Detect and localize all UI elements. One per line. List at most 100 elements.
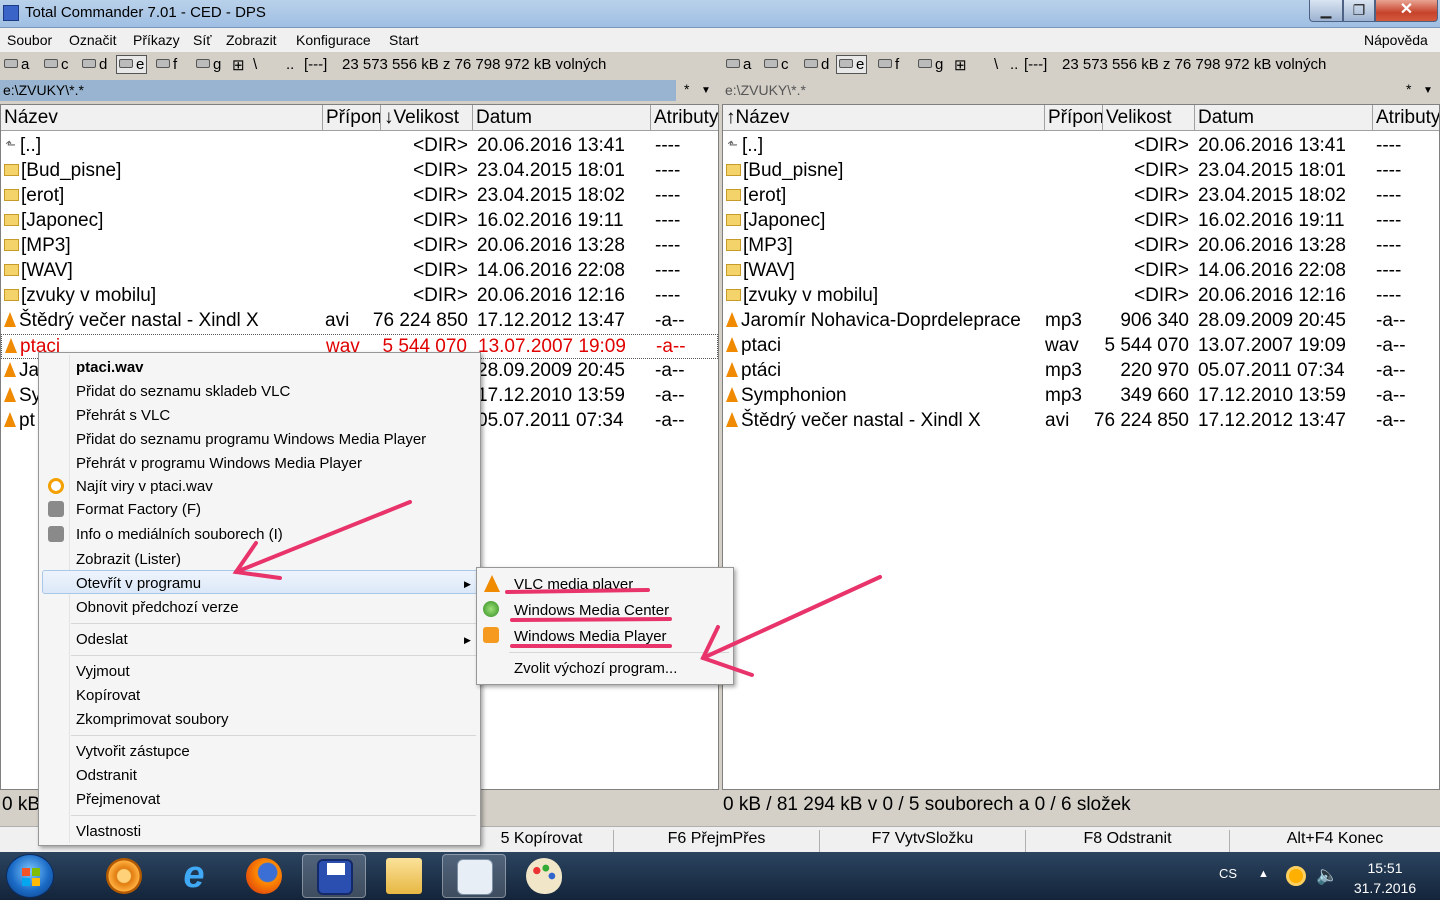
maximize-button[interactable]: ❐ — [1343, 0, 1375, 22]
menu-napoveda[interactable]: Nápověda — [1364, 32, 1428, 48]
network-icon[interactable]: ⊞ — [954, 56, 967, 74]
menu-item-properties[interactable]: Vlastnosti — [76, 823, 141, 840]
drive-f-button[interactable]: f — [878, 56, 899, 73]
file-row[interactable]: Štědrý večer nastal - Xindl X avi 76 224 8… — [723, 409, 1439, 434]
folder-row[interactable]: [zvuky v mobilu] <DIR> 20.06.2016 12:16 ---… — [1, 284, 718, 309]
parent-dir-button[interactable]: .. — [1010, 56, 1018, 73]
drive-a-button[interactable]: a — [4, 56, 29, 73]
tray-app-icon[interactable] — [1286, 866, 1306, 886]
menu-oznacit[interactable]: Označit — [69, 32, 116, 48]
file-row[interactable]: ptáci mp3 220 970 05.07.2011 07:34 -a-- — [723, 359, 1439, 384]
header-name[interactable]: ↑Název — [723, 105, 1045, 131]
folder-row[interactable]: [Japonec] <DIR> 16.02.2016 19:11 ---- — [723, 209, 1439, 234]
menu-item-wmp-play[interactable]: Přehrát v programu Windows Media Player — [76, 455, 362, 472]
menu-soubor[interactable]: Soubor — [7, 32, 52, 48]
folder-row[interactable]: [erot] <DIR> 23.04.2015 18:02 ---- — [1, 184, 718, 209]
menu-zobrazit[interactable]: Zobrazit — [226, 32, 277, 48]
file-row[interactable]: Symphonion mp3 349 660 17.12.2010 13:59 -a-- — [723, 384, 1439, 409]
menu-prikazy[interactable]: Příkazy — [133, 32, 180, 48]
start-button[interactable] — [6, 854, 54, 898]
menu-item-lister[interactable]: Zobrazit (Lister) — [76, 551, 181, 568]
clock[interactable]: 15:51 31.7.2016 — [1350, 858, 1420, 898]
menu-item-copy[interactable]: Kopírovat — [76, 687, 140, 704]
header-ext[interactable]: Přípon — [1045, 105, 1103, 131]
network-icon[interactable]: ⊞ — [232, 56, 245, 74]
menu-item-delete[interactable]: Odstranit — [76, 767, 137, 784]
taskbar-firefox[interactable] — [232, 854, 296, 898]
header-size[interactable]: Velikost — [1103, 105, 1195, 131]
f6-move-button[interactable]: F6 PřejmPřes — [614, 830, 820, 852]
submenu-media-player[interactable]: Windows Media Player — [514, 628, 667, 645]
header-attr[interactable]: Atributy — [651, 105, 718, 131]
folder-row[interactable]: ⬑ [..] <DIR> 20.06.2016 13:41 ---- — [1, 134, 718, 159]
drive-g-button[interactable]: g — [196, 56, 221, 73]
drive-a-button[interactable]: a — [726, 56, 751, 73]
taskbar-paint[interactable] — [512, 854, 576, 898]
menu-item-create-shortcut[interactable]: Vytvořit zástupce — [76, 743, 190, 760]
f7-mkdir-button[interactable]: F7 VytvSložku — [820, 830, 1026, 852]
submenu-vlc[interactable]: VLC media player — [514, 576, 633, 593]
language-indicator[interactable]: CS — [1219, 866, 1237, 881]
filter-label[interactable]: * — [1406, 81, 1411, 97]
menu-start[interactable]: Start — [389, 32, 419, 48]
close-button[interactable]: ✕ — [1375, 0, 1438, 22]
root-dir-button[interactable]: \ — [253, 56, 257, 73]
file-row[interactable]: Jaromír Nohavica-Doprdeleprace mp3 906 340… — [723, 309, 1439, 334]
taskbar-helm-app[interactable] — [92, 854, 156, 898]
menu-sit[interactable]: Síť — [193, 32, 211, 48]
taskbar-total-commander[interactable] — [302, 854, 366, 898]
drive-g-button[interactable]: g — [918, 56, 943, 73]
submenu-media-center[interactable]: Windows Media Center — [514, 602, 669, 619]
drive-e-button[interactable]: e — [836, 55, 868, 74]
folder-row[interactable]: ⬑ [..] <DIR> 20.06.2016 13:41 ---- — [723, 134, 1439, 159]
menu-item-compress[interactable]: Zkomprimovat soubory — [76, 711, 229, 728]
folder-row[interactable]: [WAV] <DIR> 14.06.2016 22:08 ---- — [723, 259, 1439, 284]
right-path[interactable]: e:\ZVUKY\*.* — [722, 80, 1398, 101]
header-ext[interactable]: Přípon — [323, 105, 381, 131]
folder-row[interactable]: [Bud_pisne] <DIR> 23.04.2015 18:01 ---- — [1, 159, 718, 184]
menu-item-restore-versions[interactable]: Obnovit předchozí verze — [76, 599, 239, 616]
menu-item-format-factory[interactable]: Format Factory (F) — [76, 501, 201, 518]
filter-label[interactable]: * — [684, 81, 689, 97]
folder-row[interactable]: [Bud_pisne] <DIR> 23.04.2015 18:01 ---- — [723, 159, 1439, 184]
menu-item-vlc-add-playlist[interactable]: Přidat do seznamu skladeb VLC — [76, 383, 290, 400]
menu-item-rename[interactable]: Přejmenovat — [76, 791, 160, 808]
folder-row[interactable]: [erot] <DIR> 23.04.2015 18:02 ---- — [723, 184, 1439, 209]
menu-konfigurace[interactable]: Konfigurace — [296, 32, 371, 48]
volume-icon[interactable]: 🔈 — [1316, 865, 1338, 886]
drive-c-button[interactable]: c — [764, 56, 789, 73]
parent-dir-button[interactable]: .. — [286, 56, 294, 73]
folder-row[interactable]: [zvuky v mobilu] <DIR> 20.06.2016 12:16 ---… — [723, 284, 1439, 309]
file-row[interactable]: ptaci wav 5 544 070 13.07.2007 19:09 -a-- — [723, 334, 1439, 359]
f5-copy-button[interactable]: 5 Kopírovat — [470, 830, 614, 852]
header-date[interactable]: Datum — [1195, 105, 1373, 131]
show-hidden-icons-icon[interactable]: ▲ — [1258, 868, 1269, 880]
folder-row[interactable]: [WAV] <DIR> 14.06.2016 22:08 ---- — [1, 259, 718, 284]
header-attr[interactable]: Atributy — [1373, 105, 1439, 131]
menu-item-scan-viruses[interactable]: Najít viry v ptaci.wav — [76, 478, 213, 495]
drive-d-button[interactable]: d — [82, 56, 107, 73]
history-dropdown-icon[interactable]: ▼ — [701, 85, 711, 96]
header-size[interactable]: ↓Velikost — [381, 105, 473, 131]
menu-item-wmp-add-playlist[interactable]: Přidat do seznamu programu Windows Media… — [76, 431, 426, 448]
folder-row[interactable]: [MP3] <DIR> 20.06.2016 13:28 ---- — [1, 234, 718, 259]
left-path[interactable]: e:\ZVUKY\*.* — [0, 80, 676, 101]
history-dropdown-icon[interactable]: ▼ — [1423, 85, 1433, 96]
header-name[interactable]: Název — [1, 105, 323, 131]
drive-e-button[interactable]: e — [116, 55, 148, 74]
menu-item-open-with[interactable]: Otevřít v programu — [76, 575, 201, 592]
submenu-choose-default[interactable]: Zvolit výchozí program... — [514, 660, 677, 677]
drive-f-button[interactable]: f — [156, 56, 177, 73]
menu-item-cut[interactable]: Vyjmout — [76, 663, 130, 680]
menu-item-media-info[interactable]: Info o mediálních souborech (I) — [76, 526, 283, 543]
menu-item-send-to[interactable]: Odeslat — [76, 631, 128, 648]
altf4-exit-button[interactable]: Alt+F4 Konec — [1230, 830, 1440, 852]
taskbar-window-app[interactable] — [442, 854, 506, 898]
root-dir-button[interactable]: \ — [994, 56, 998, 73]
f8-delete-button[interactable]: F8 Odstranit — [1026, 830, 1230, 852]
taskbar-explorer[interactable] — [372, 854, 436, 898]
folder-row[interactable]: [MP3] <DIR> 20.06.2016 13:28 ---- — [723, 234, 1439, 259]
file-row[interactable]: Štědrý večer nastal - Xindl X avi 76 224 8… — [1, 309, 718, 334]
header-date[interactable]: Datum — [473, 105, 651, 131]
drive-d-button[interactable]: d — [804, 56, 829, 73]
